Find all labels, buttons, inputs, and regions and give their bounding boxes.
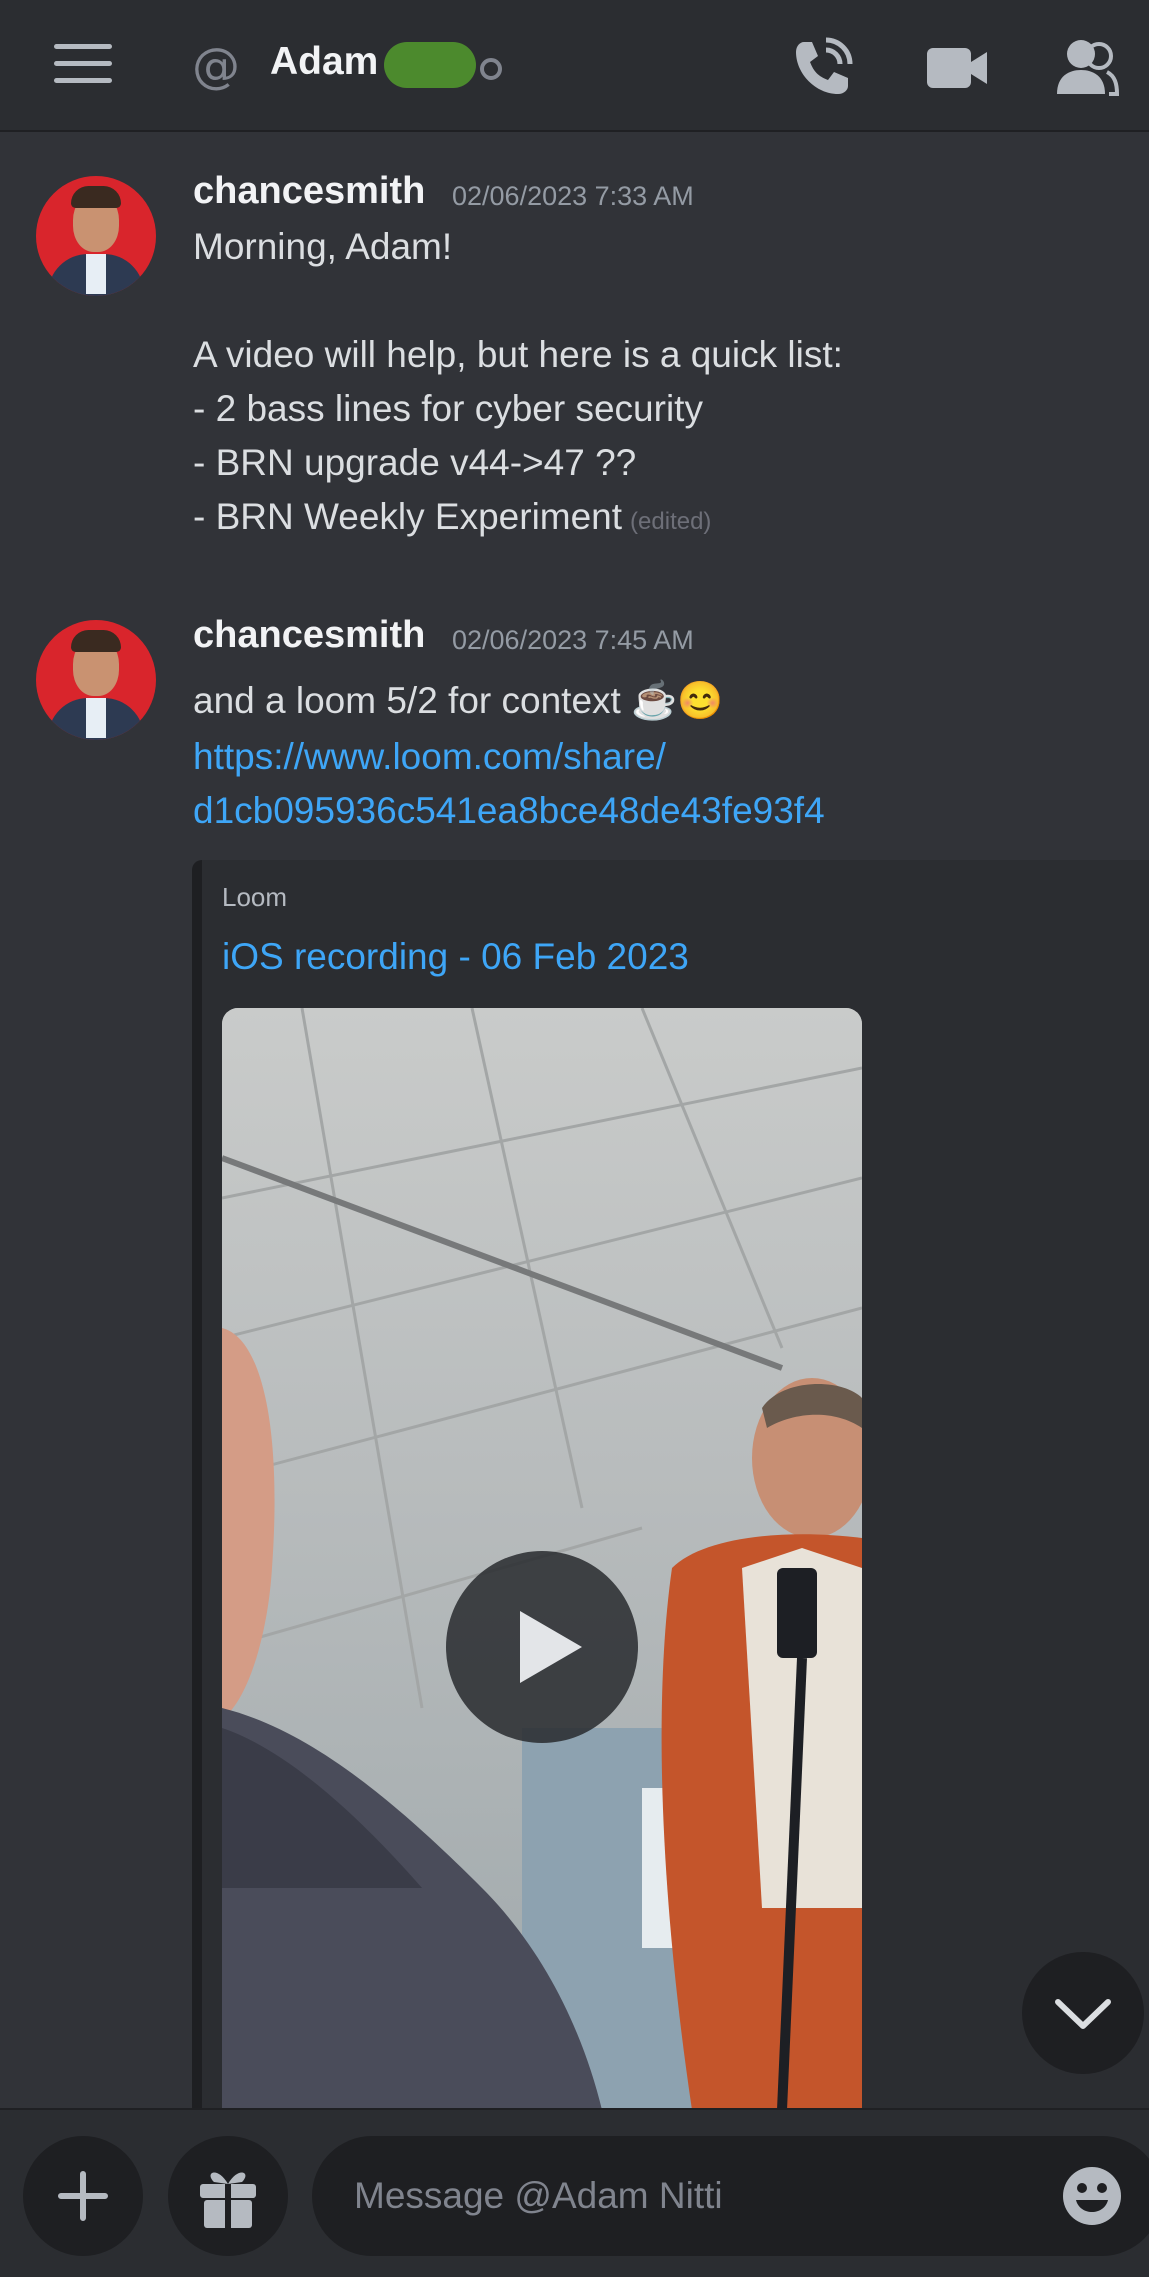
- loom-link-continued[interactable]: d1cb095936c541ea8bce48de43fe93f4: [193, 790, 825, 832]
- play-button[interactable]: [446, 1551, 638, 1743]
- message-line: - BRN Weekly Experiment: [193, 496, 623, 537]
- emoji-picker-icon[interactable]: [1060, 2164, 1124, 2228]
- embed-title-link[interactable]: iOS recording - 06 Feb 2023: [222, 936, 689, 978]
- dm-title[interactable]: Adam: [270, 40, 378, 84]
- message-line: A video will help, but here is a quick l…: [193, 334, 843, 375]
- avatar[interactable]: [36, 620, 156, 740]
- scroll-to-bottom-button[interactable]: [1022, 1952, 1144, 2074]
- message-timestamp: 02/06/2023 7:45 AM: [452, 625, 694, 655]
- message-last-line: - BRN Weekly Experiment (edited): [193, 496, 711, 538]
- edited-label: (edited): [630, 508, 712, 535]
- redacted-name-blur: [384, 42, 476, 88]
- members-icon[interactable]: [1055, 36, 1120, 100]
- hamburger-menu-icon[interactable]: [54, 44, 112, 84]
- status-offline-icon: [480, 58, 502, 80]
- embed-provider[interactable]: Loom: [222, 882, 287, 913]
- attach-plus-button[interactable]: [23, 2136, 143, 2256]
- chevron-down-icon: [1055, 1999, 1111, 2029]
- link-embed: Loom iOS recording - 06 Feb 2023: [192, 860, 1149, 2110]
- loom-link[interactable]: https://www.loom.com/share/: [193, 736, 666, 778]
- plus-icon: [58, 2171, 108, 2221]
- phone-call-icon[interactable]: [790, 36, 854, 100]
- avatar[interactable]: [36, 176, 156, 296]
- message-line: Morning, Adam!: [193, 226, 453, 267]
- message-author[interactable]: chancesmith: [193, 170, 425, 213]
- message-timestamp: 02/06/2023 7:33 AM: [452, 181, 694, 211]
- gift-button[interactable]: [168, 2136, 288, 2256]
- message-line: - BRN upgrade v44->47 ??: [193, 442, 637, 483]
- at-icon: @: [192, 38, 240, 94]
- message-input[interactable]: [312, 2136, 1149, 2256]
- channel-header: @ Adam: [0, 0, 1149, 132]
- message-composer: [0, 2108, 1149, 2277]
- video-call-icon[interactable]: [925, 36, 989, 100]
- message-text: and a loom 5/2 for context ☕😊: [193, 680, 724, 721]
- message-author[interactable]: chancesmith: [193, 614, 425, 657]
- gift-icon: [200, 2172, 256, 2228]
- message-line: - 2 bass lines for cyber security: [193, 388, 703, 429]
